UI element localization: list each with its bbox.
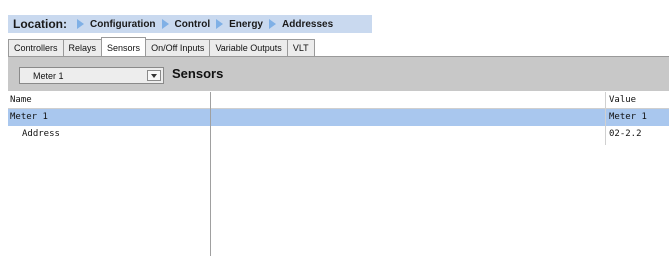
tab-vlt[interactable]: VLT <box>286 39 315 56</box>
breadcrumb: Location: Configuration Control Energy A… <box>8 15 372 33</box>
toolbar: Meter 1 Sensors <box>8 56 669 91</box>
column-header-value[interactable]: Value <box>609 95 636 105</box>
tab-controllers[interactable]: Controllers <box>8 39 64 56</box>
tab-onoff-inputs[interactable]: On/Off Inputs <box>145 39 211 56</box>
row-value: 02-2.2 <box>609 129 642 139</box>
tab-sensors[interactable]: Sensors <box>101 37 147 56</box>
arrow-right-icon <box>161 19 169 29</box>
row-value: Meter 1 <box>609 112 647 122</box>
value-column-divider[interactable] <box>605 92 606 145</box>
breadcrumb-item-configuration[interactable]: Configuration <box>77 19 156 30</box>
meter-select[interactable]: Meter 1 <box>19 67 164 84</box>
chevron-down-icon[interactable] <box>147 70 161 81</box>
breadcrumb-item-addresses[interactable]: Addresses <box>269 19 333 30</box>
column-header-name[interactable]: Name <box>10 95 32 105</box>
arrow-right-icon <box>269 19 276 29</box>
arrow-right-icon <box>77 19 84 29</box>
row-name: Address <box>22 129 60 139</box>
row-name: Meter 1 <box>10 112 48 122</box>
table-row[interactable]: Address 02-2.2 <box>8 126 669 143</box>
section-title: Sensors <box>172 66 224 81</box>
arrow-right-icon <box>216 19 224 29</box>
meter-select-value: Meter 1 <box>33 71 64 81</box>
breadcrumb-item-energy[interactable]: Energy <box>216 19 263 30</box>
tab-variable-outputs[interactable]: Variable Outputs <box>209 39 288 56</box>
tab-bar: Controllers Relays Sensors On/Off Inputs… <box>8 37 315 56</box>
breadcrumb-item-control[interactable]: Control <box>161 19 210 30</box>
tab-relays[interactable]: Relays <box>62 39 103 56</box>
column-divider[interactable] <box>210 92 211 256</box>
table-header: Name Value <box>8 92 669 109</box>
table-row[interactable]: Meter 1 Meter 1 <box>8 109 669 126</box>
sensor-table: Name Value Meter 1 Meter 1 Address 02-2.… <box>8 92 669 143</box>
location-label: Location: <box>13 17 67 31</box>
